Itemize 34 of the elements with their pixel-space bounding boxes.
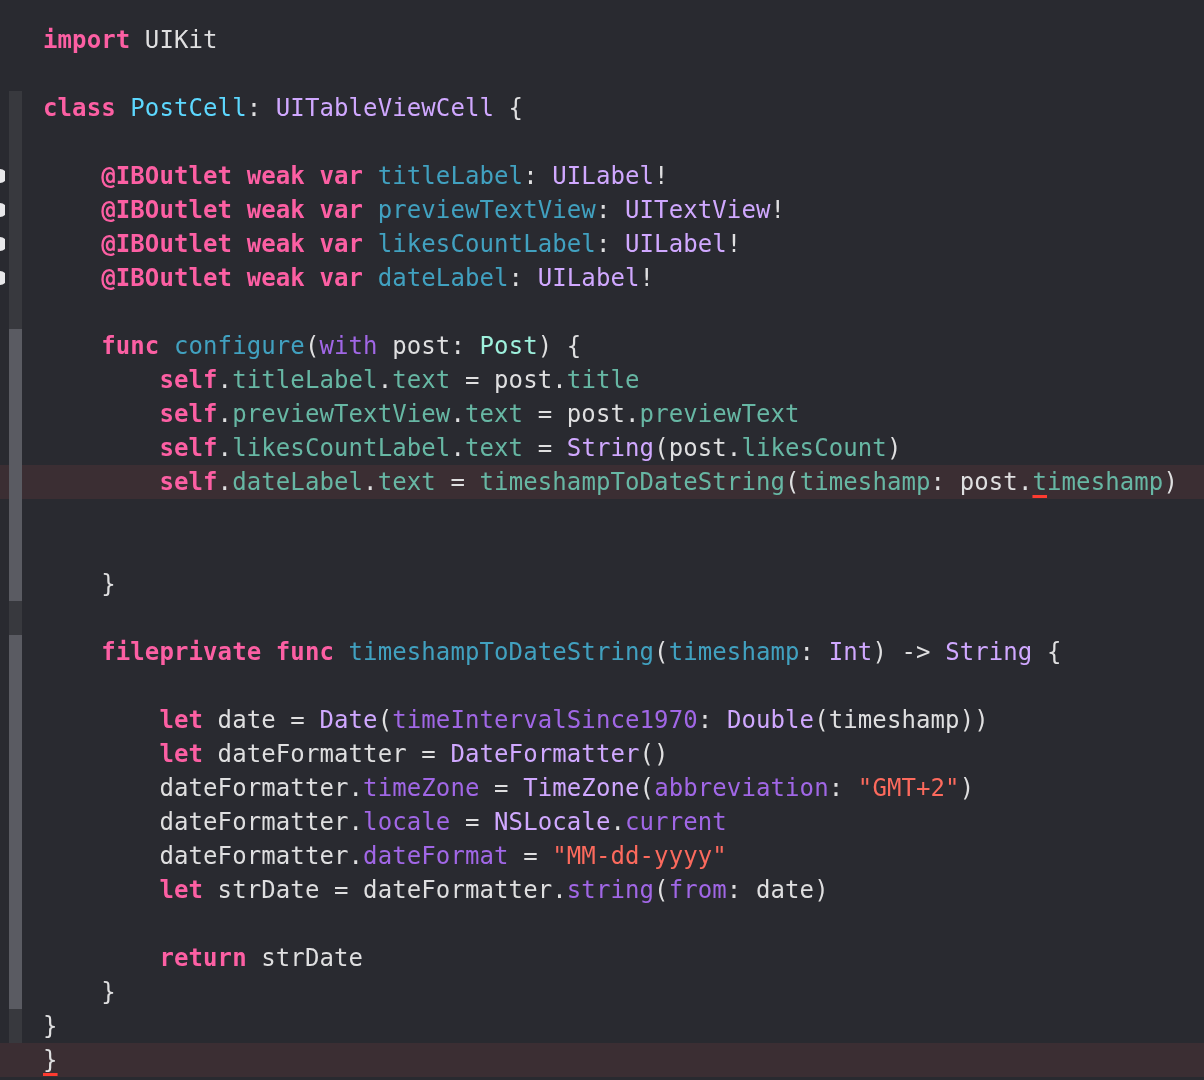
code-line: class PostCell: UITableViewCell { xyxy=(43,93,524,124)
outlet-connection-icon[interactable] xyxy=(0,237,5,251)
code-line: dateFormatter.dateFormat = "MM-dd-yyyy" xyxy=(158,841,727,872)
code-line: dateFormatter.timeZone = TimeZone(abbreviation: "GMT+2") xyxy=(158,773,975,804)
code-line: let date = Date(timeIntervalSince1970: Double(timeshamp)) xyxy=(158,705,989,736)
fold-ribbon[interactable] xyxy=(9,567,22,601)
code-line: return strDate xyxy=(158,943,364,974)
code-line: @IBOutlet weak var titleLabel: UILabel! xyxy=(100,161,669,192)
outlet-connection-icon[interactable] xyxy=(0,169,5,183)
code-line: @IBOutlet weak var previewTextView: UITextView! xyxy=(100,195,786,226)
fold-ribbon[interactable] xyxy=(9,975,22,1009)
fold-ribbon[interactable] xyxy=(9,329,22,363)
code-line: self.previewTextView.text = post.previewText xyxy=(158,399,800,430)
code-line: import UIKit xyxy=(43,25,218,56)
fold-ribbon[interactable] xyxy=(9,635,22,669)
code-line: self.dateLabel.text = timeshampToDateString(timeshamp: post.timeshamp) xyxy=(158,467,1178,498)
code-line: dateFormatter.locale = NSLocale.current xyxy=(158,807,727,838)
code-line: fileprivate func timeshampToDateString(timeshamp: Int) -> String { xyxy=(100,637,1062,668)
code-line: } xyxy=(43,1045,58,1076)
code-line: let dateFormatter = DateFormatter() xyxy=(158,739,669,770)
code-line: self.likesCountLabel.text = String(post.likesCount) xyxy=(158,433,902,464)
fold-ribbon[interactable] xyxy=(9,1009,22,1043)
code-line: } xyxy=(43,1011,58,1042)
code-line: @IBOutlet weak var likesCountLabel: UILabel! xyxy=(100,229,742,260)
code-line: self.titleLabel.text = post.title xyxy=(158,365,640,396)
outlet-connection-icon[interactable] xyxy=(0,203,5,217)
outlet-connection-icon[interactable] xyxy=(0,271,5,285)
code-line: @IBOutlet weak var dateLabel: UILabel! xyxy=(100,263,655,294)
code-line: func configure(with post: Post) { xyxy=(100,331,582,362)
code-line: let strDate = dateFormatter.string(from: date) xyxy=(158,875,829,906)
fold-ribbon[interactable] xyxy=(9,601,22,635)
code-line: } xyxy=(100,977,116,1008)
code-line: } xyxy=(100,569,116,600)
fold-ribbon[interactable] xyxy=(9,295,22,329)
